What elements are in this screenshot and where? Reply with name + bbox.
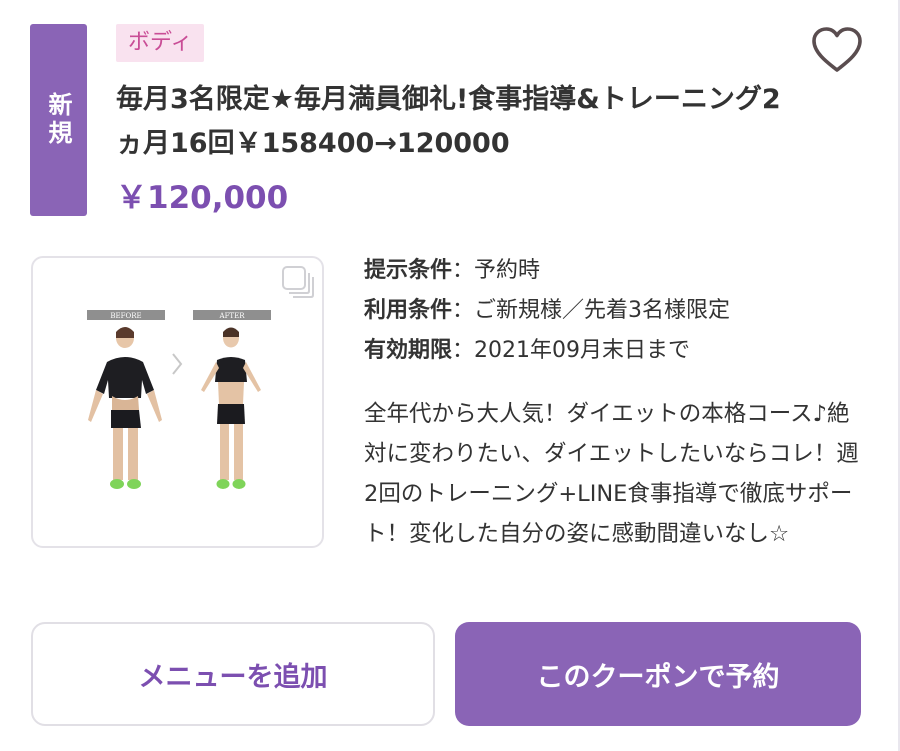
after-figure bbox=[201, 327, 261, 489]
reserve-coupon-button[interactable]: このクーポンで予約 bbox=[455, 622, 861, 726]
condition-label: 提示条件 bbox=[364, 258, 453, 283]
coupon-description: 全年代から大人気！ダイエットの本格コース♪絶対に変わりたい、ダイエットしたいなら… bbox=[364, 401, 859, 547]
new-badge: 新規 bbox=[30, 24, 87, 216]
coupon-price: ￥120,000 bbox=[116, 180, 289, 216]
condition-label: 有効期限 bbox=[364, 338, 453, 363]
condition-label: 利用条件 bbox=[364, 298, 453, 323]
condition-value: ご新規様／先着3名様限定 bbox=[474, 298, 731, 323]
multi-photo-icon bbox=[280, 264, 316, 300]
coupon-title: 毎月3名限定★毎月満員御礼!食事指導&トレーニング2ヵ月16回￥158400→1… bbox=[116, 84, 781, 159]
reserve-coupon-button-label: このクーポンで予約 bbox=[536, 661, 780, 693]
condition-value: 2021年09月末日まで bbox=[474, 338, 691, 363]
condition-separator: ： bbox=[452, 298, 475, 323]
add-menu-button-label: メニューを追加 bbox=[138, 661, 328, 693]
condition-usage: 利用条件：ご新規様／先着3名様限定 bbox=[364, 291, 884, 331]
before-figure bbox=[88, 327, 162, 489]
new-badge-label: 新規 bbox=[44, 92, 72, 148]
coupon-conditions: 提示条件：予約時 利用条件：ご新規様／先着3名様限定 有効期限：2021年09月… bbox=[364, 251, 884, 371]
heart-icon[interactable] bbox=[810, 26, 864, 74]
before-label: BEFORE bbox=[110, 312, 141, 320]
condition-separator: ： bbox=[452, 338, 475, 363]
coupon-card: 新規 ボディ 毎月3名限定★毎月満員御礼!食事指導&トレーニング2ヵ月16回￥1… bbox=[0, 0, 900, 751]
add-menu-button[interactable]: メニューを追加 bbox=[31, 622, 435, 726]
condition-separator: ： bbox=[452, 258, 475, 283]
coupon-photo[interactable]: BEFORE AFTER bbox=[31, 256, 324, 548]
condition-present: 提示条件：予約時 bbox=[364, 251, 884, 291]
condition-expiry: 有効期限：2021年09月末日まで bbox=[364, 331, 884, 371]
category-tag: ボディ bbox=[116, 24, 205, 62]
condition-value: 予約時 bbox=[474, 258, 541, 283]
after-label: AFTER bbox=[219, 312, 246, 320]
